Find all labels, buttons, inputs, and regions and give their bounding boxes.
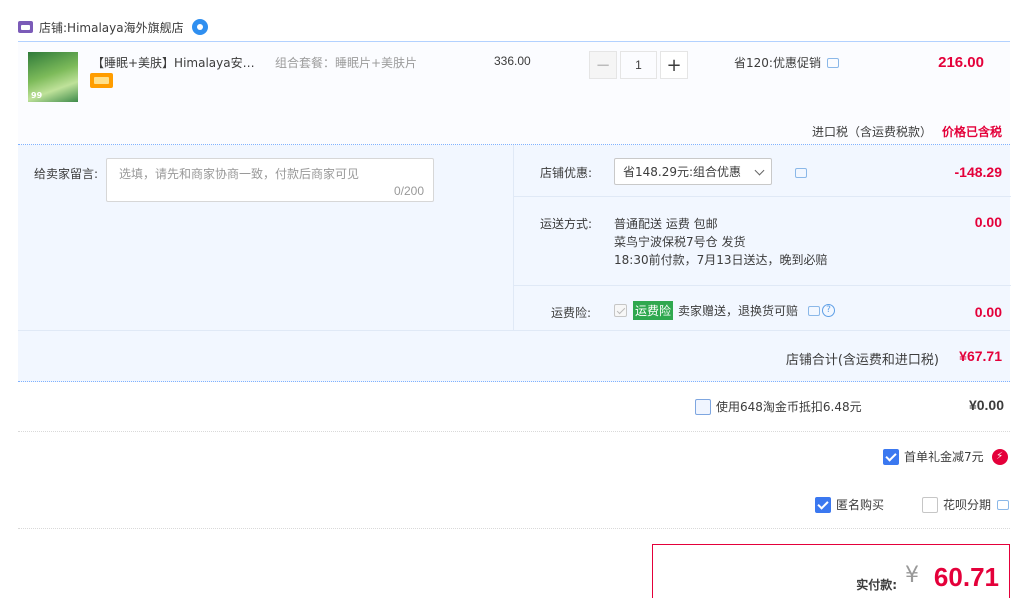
anonymous-purchase-option[interactable]: 匿名购买 (815, 496, 884, 513)
divider (18, 528, 1010, 529)
message-char-count: 0/200 (393, 184, 424, 198)
item-subtotal: 216.00 (938, 54, 984, 71)
import-tax-label: 进口税（含运费税款） (812, 125, 933, 139)
insurance-label: 运费险: (551, 306, 592, 320)
increase-quantity-button[interactable]: + (660, 51, 688, 79)
tax-included-note: 价格已含税 (942, 125, 1003, 139)
shop-total-amount: ¥67.71 (959, 348, 1002, 364)
first-order-gift-option[interactable]: 首单礼金减7元 ⚡ (883, 448, 1008, 465)
message-placeholder: 选填，请先和商家协商一致，付款后商家可见 (119, 167, 360, 181)
shop-icon (18, 21, 33, 33)
anonymous-label: 匿名购买 (836, 498, 885, 512)
huabei-label: 花呗分期 (943, 498, 992, 512)
shop-discount-select[interactable]: 省148.29元:组合优惠 (614, 158, 772, 185)
help-icon[interactable]: ? (822, 304, 836, 317)
quantity-stepper: − 1 + (589, 51, 688, 79)
discount-comment-icon[interactable] (795, 168, 807, 178)
insurance-amount: 0.00 (974, 304, 1002, 320)
seller-message-input[interactable]: 选填，请先和商家协商一致，付款后商家可见 0/200 (106, 158, 434, 202)
insurance-tag: 运费险 (633, 301, 674, 320)
shop-discount-value: 省148.29元:组合优惠 (623, 165, 742, 179)
payment-currency: ¥ (905, 563, 919, 588)
gift-label: 首单礼金减7元 (904, 450, 984, 464)
huabei-comment-icon[interactable] (997, 499, 1010, 510)
product-title-link[interactable]: 【睡眠+美肤】Himalaya安神… (92, 54, 264, 71)
order-details: 给卖家留言: 选填，请先和商家协商一致，付款后商家可见 0/200 店铺优惠: … (18, 145, 1011, 382)
shop-total-label: 店铺合计(含运费和进口税) (785, 353, 939, 368)
shop-prefix: 店铺: (39, 20, 68, 35)
insurance-text: 卖家赠送，退换货可赔 (678, 304, 799, 318)
promo-info: 省120:优惠促销 (734, 54, 839, 71)
shop-name-link[interactable]: Himalaya海外旗舰店 (67, 19, 184, 36)
anonymous-checkbox[interactable] (815, 496, 831, 513)
product-sku: 组合套餐：睡眠片+美肤片 (275, 56, 418, 70)
taojinbi-amount: ¥0.00 (968, 397, 1004, 413)
taojinbi-option[interactable]: 使用648淘金币抵扣6.48元 (695, 398, 862, 415)
card-badge-icon (90, 73, 113, 88)
divider (18, 431, 1010, 432)
payment-amount: 60.71 (933, 562, 999, 592)
payment-summary: 实付款: ¥ 60.71 (652, 544, 1010, 598)
chat-seller-icon[interactable] (191, 19, 208, 35)
shop-discount-amount: -148.29 (954, 164, 1002, 180)
lightning-icon: ⚡ (991, 448, 1008, 465)
insurance-option: 运费险 卖家赠送，退换货可赔 ? (614, 301, 836, 320)
unit-price: 336.00 (494, 54, 531, 68)
message-label: 给卖家留言: (34, 167, 99, 181)
product-thumbnail[interactable] (28, 52, 78, 102)
shipping-amount: 0.00 (974, 214, 1002, 230)
order-item: 【睡眠+美肤】Himalaya安神… 组合套餐：睡眠片+美肤片 336.00 −… (18, 41, 1010, 145)
quantity-input[interactable]: 1 (620, 51, 657, 79)
shipping-method: 普通配送 运费 包邮 (614, 217, 718, 231)
shop-total-row: 店铺合计(含运费和进口税) ¥67.71 (18, 330, 1010, 382)
gift-checkbox[interactable] (883, 448, 899, 465)
shipping-eta: 18:30前付款，7月13日送达，晚到必赔 (614, 253, 828, 267)
shop-discount-label: 店铺优惠: (540, 166, 593, 180)
shipping-label: 运送方式: (540, 217, 593, 231)
shop-header: 店铺: Himalaya海外旗舰店 (18, 16, 208, 38)
insurance-comment-icon[interactable] (808, 305, 821, 316)
taojinbi-label: 使用648淘金币抵扣6.48元 (716, 400, 862, 414)
huabei-checkbox[interactable] (922, 496, 938, 513)
divider (514, 196, 1011, 197)
taojinbi-checkbox[interactable] (695, 398, 711, 415)
insurance-checkbox (614, 304, 627, 317)
order-summary-panel: 店铺优惠: 省148.29元:组合优惠 -148.29 运送方式: 普通配送 运… (513, 145, 1011, 330)
shipping-warehouse: 菜鸟宁波保税7号仓 发货 (614, 235, 746, 249)
promo-text: 省120:优惠促销 (734, 56, 821, 70)
huabei-installment-option[interactable]: 花呗分期 (922, 496, 1010, 513)
payment-label: 实付款: (856, 578, 897, 592)
chevron-down-icon (754, 165, 765, 176)
divider (514, 285, 1011, 286)
comment-icon[interactable] (826, 57, 839, 68)
decrease-quantity-button[interactable]: − (589, 51, 617, 79)
